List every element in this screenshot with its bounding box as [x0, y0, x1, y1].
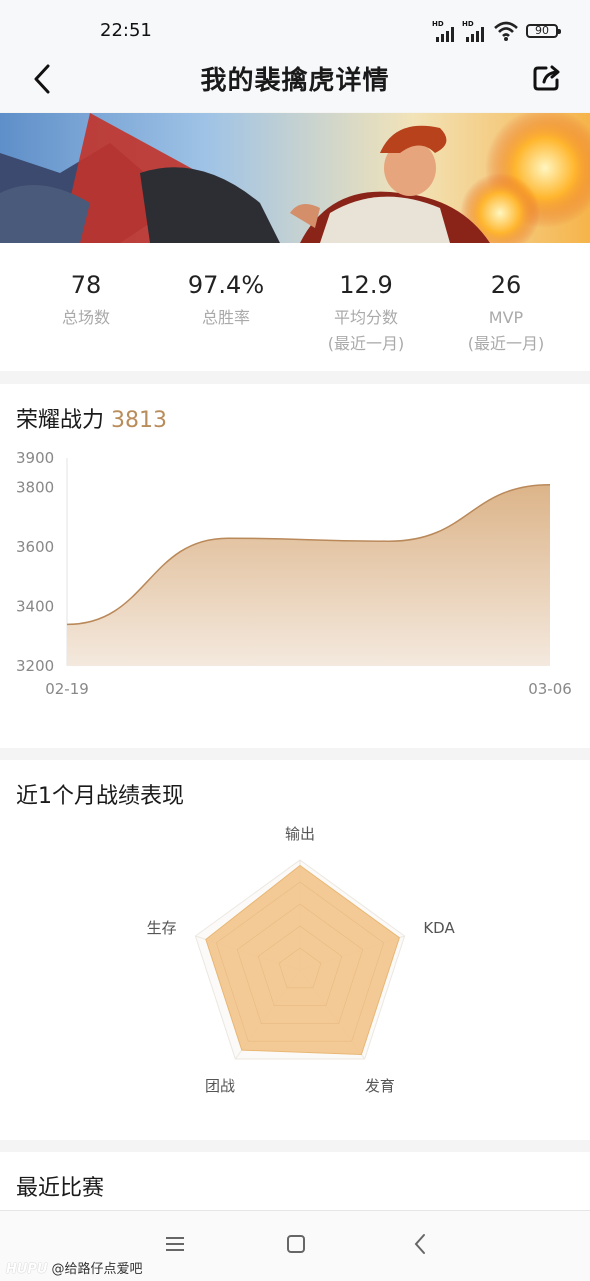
recent-games-card: 最近比赛: [0, 1152, 590, 1212]
radar-axis-label: 生存: [147, 919, 177, 937]
stat-label: 总场数: [61, 308, 110, 327]
share-icon[interactable]: [530, 62, 564, 94]
radar-axis-label: 发育: [365, 1077, 395, 1095]
radar-axis-label: KDA: [423, 919, 455, 937]
watermark: HUPU @给路仔点爱吧: [6, 1262, 143, 1277]
power-area-chart: 3900 3800 3600 3400 3200 02-19 03-06: [16, 449, 572, 698]
stat-total-games: 78 总场数: [16, 271, 156, 331]
radar-axis-label: 团战: [205, 1077, 235, 1095]
stat-value: 26: [490, 271, 522, 299]
x-tick-label: 02-19: [45, 680, 89, 698]
series-area: [67, 484, 550, 666]
y-tick-label: 3600: [16, 538, 54, 556]
stat-value: 97.4%: [187, 271, 265, 299]
power-title: 荣耀战力 3813: [16, 408, 168, 433]
signal-icon-sim2: HD: [462, 20, 490, 42]
power-value: 3813: [111, 408, 168, 433]
page-title: 我的裴擒虎详情: [200, 66, 390, 96]
stat-label: 平均分数 (最近一月): [327, 308, 405, 353]
y-tick-label: 3900: [16, 449, 54, 467]
radar-card: 近1个月战绩表现 输出 KDA 发育 团战 生存: [0, 760, 590, 1140]
stat-avg-score: 12.9 平均分数 (最近一月): [296, 271, 436, 357]
stat-label: MVP (最近一月): [467, 308, 545, 353]
radar-title: 近1个月战绩表现: [16, 784, 184, 809]
home-square-icon[interactable]: [286, 1234, 306, 1254]
radar-axis-label: 输出: [285, 825, 315, 843]
stat-value: 12.9: [339, 271, 393, 299]
status-time: 22:51: [100, 20, 152, 41]
stat-label: 总胜率: [201, 308, 250, 327]
hero-banner-image: [0, 113, 590, 243]
radar-series-area: [205, 864, 400, 1056]
stat-mvp: 26 MVP (最近一月): [436, 271, 576, 357]
title-bar: 我的裴擒虎详情: [0, 48, 590, 112]
y-tick-label: 3400: [16, 598, 54, 616]
stats-summary: 78 总场数 97.4% 总胜率 12.9 平均分数 (最近一月) 26 MVP(…: [0, 243, 590, 371]
y-tick-label: 3800: [16, 479, 54, 497]
power-card: 荣耀战力 3813 3900 3800 3600 3400 3200 02-19 03-06: [0, 384, 590, 748]
x-tick-label: 03-06: [528, 680, 572, 698]
recent-title: 最近比赛: [16, 1176, 105, 1201]
stat-win-rate: 97.4% 总胜率: [156, 271, 296, 331]
menu-icon[interactable]: [165, 1235, 185, 1253]
signal-icon-sim1: HD: [432, 20, 460, 42]
battery-icon: 90: [526, 24, 561, 38]
y-tick-label: 3200: [16, 657, 54, 675]
stat-value: 78: [70, 271, 102, 299]
wifi-icon: [494, 21, 518, 41]
back-icon[interactable]: [412, 1233, 428, 1255]
radar-chart: 输出 KDA 发育 团战 生存: [147, 825, 456, 1095]
